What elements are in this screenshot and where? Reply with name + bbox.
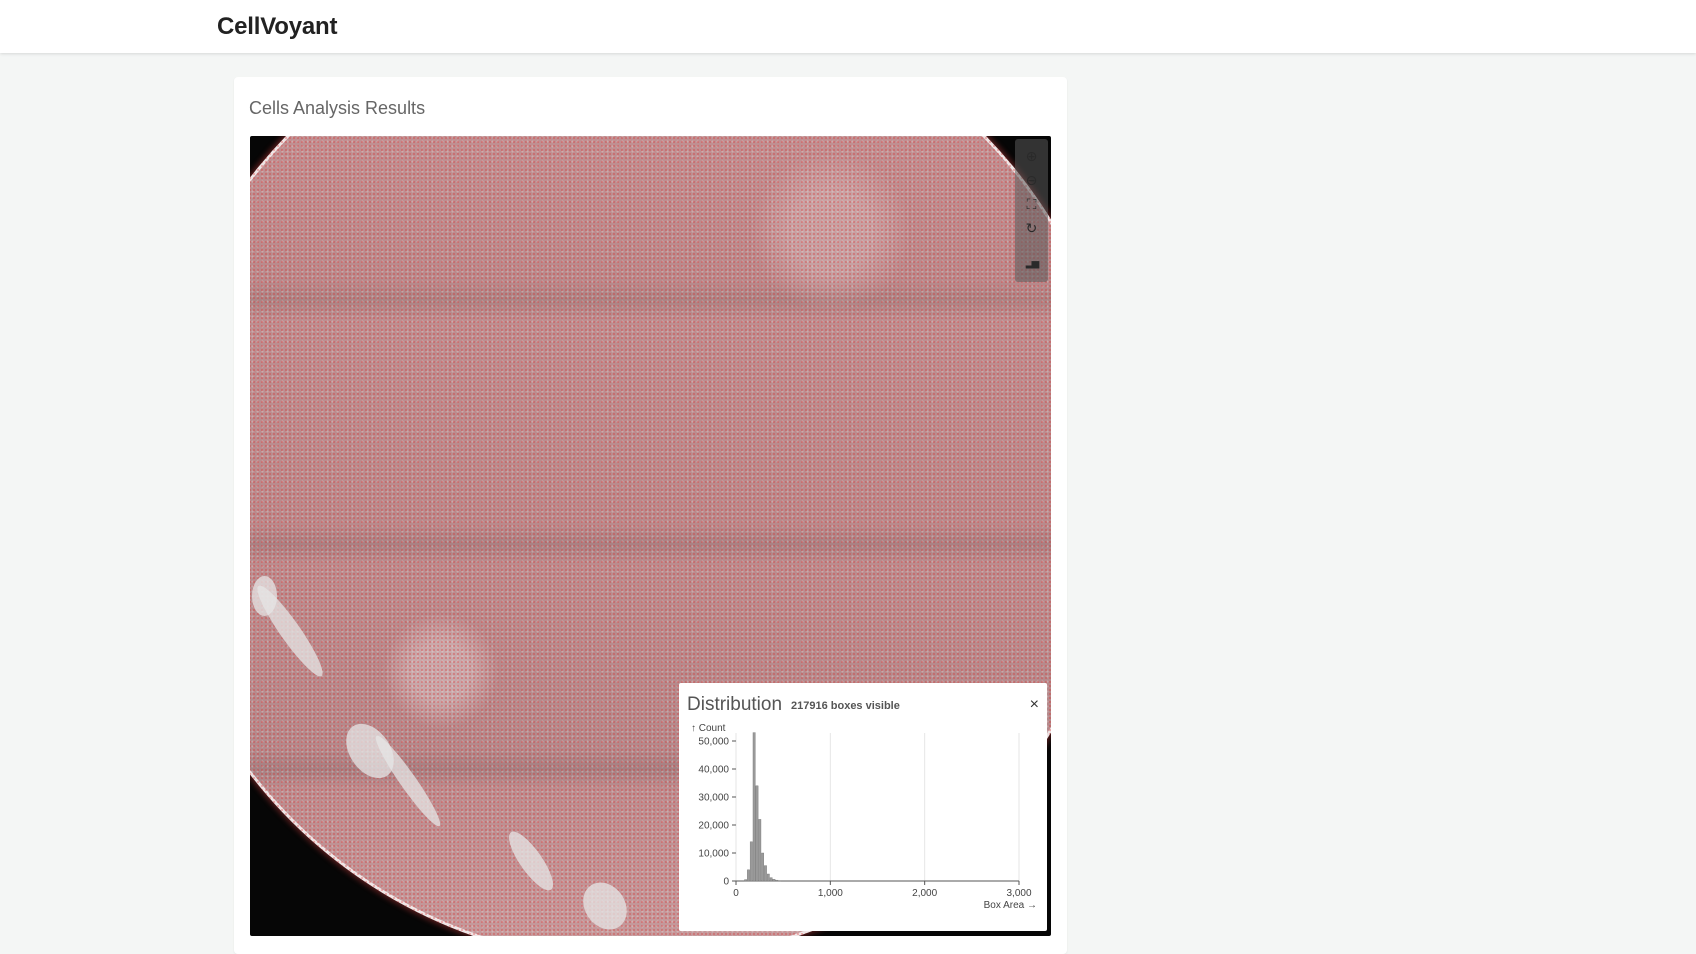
histogram-bar xyxy=(747,869,750,882)
histogram-bar xyxy=(769,877,773,882)
reset-rotation-button[interactable]: ↻ xyxy=(1015,216,1048,240)
zoom-in-icon: ⊕ xyxy=(1025,147,1038,164)
y-tick-label: 20,000 xyxy=(698,821,729,832)
histogram-bar xyxy=(749,841,753,882)
histogram-toggle-button[interactable]: ▂▅ xyxy=(1015,251,1048,275)
histogram-bar xyxy=(772,879,776,882)
histogram-bar xyxy=(744,879,748,882)
x-axis-label: Box Area → xyxy=(984,900,1037,911)
y-tick-label: 40,000 xyxy=(698,765,729,776)
fit-screen-icon: ⛶ xyxy=(1026,195,1037,212)
distribution-title: Distribution xyxy=(687,694,783,715)
histogram-icon: ▂▅ xyxy=(1025,257,1039,269)
y-tick-label: 0 xyxy=(723,877,729,888)
zoom-out-icon: ⊖ xyxy=(1025,171,1038,188)
y-tick-label: 10,000 xyxy=(698,849,729,860)
x-tick-label: 0 xyxy=(733,888,739,899)
x-tick-label: 2,000 xyxy=(912,888,937,899)
top-navbar: CellVoyant xyxy=(0,0,1696,53)
zoom-out-button[interactable]: ⊖ xyxy=(1015,168,1048,192)
histogram-bar xyxy=(752,732,756,882)
distribution-panel: Distribution 217916 boxes visible × 0 1,0… xyxy=(679,683,1047,931)
x-tick-label: 1,000 xyxy=(818,888,843,899)
histogram-bar xyxy=(758,819,762,882)
zoom-in-button[interactable]: ⊕ xyxy=(1015,144,1048,168)
y-axis-label: ↑ Count xyxy=(691,723,726,734)
y-tick-label: 50,000 xyxy=(698,737,729,748)
distribution-histogram: 0 1,000 2,000 3,000 0 10,000 20,000 30,000 40,00… xyxy=(691,723,1037,911)
fit-screen-button[interactable]: ⛶ xyxy=(1015,192,1048,216)
boxes-visible-count: 217916 boxes visible xyxy=(791,700,900,712)
image-artifact xyxy=(252,576,277,616)
y-tick-label: 30,000 xyxy=(698,793,729,804)
histogram-bar xyxy=(761,852,765,882)
x-tick-label: 3,000 xyxy=(1006,888,1031,899)
image-viewer[interactable]: ⊕ ⊖ ⛶ ↻ ▂▅ Distribution 217916 boxes vis… xyxy=(250,136,1051,936)
histogram-bar xyxy=(775,879,779,882)
close-icon[interactable]: × xyxy=(1030,697,1039,713)
card-title: Cells Analysis Results xyxy=(249,98,426,118)
viewer-toolbar: ⊕ ⊖ ⛶ ↻ ▂▅ xyxy=(1015,139,1048,282)
histogram-bar xyxy=(766,873,770,882)
results-card: Cells Analysis Results ⊕ ⊖ ⛶ ↻ ▂▅ Distri… xyxy=(234,77,1067,954)
histogram-bar xyxy=(764,865,767,882)
histogram-bar xyxy=(755,785,759,882)
app-title[interactable]: CellVoyant xyxy=(217,13,337,41)
reset-rotate-icon: ↻ xyxy=(1025,219,1038,236)
